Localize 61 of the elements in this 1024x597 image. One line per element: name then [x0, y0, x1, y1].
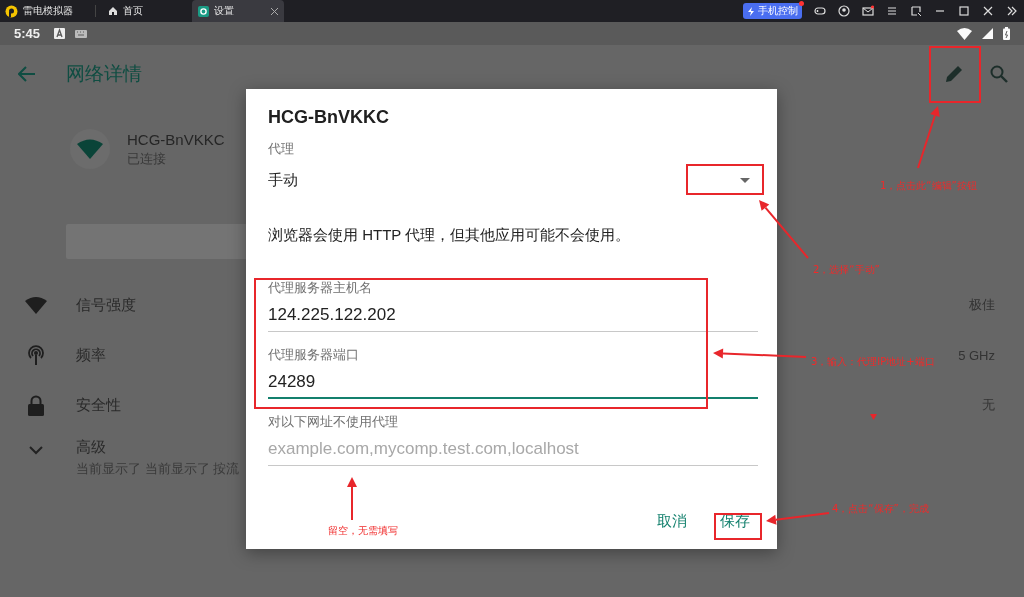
chevron-down-icon[interactable] [29, 446, 43, 455]
menu-icon[interactable] [886, 5, 898, 17]
clock: 5:45 [14, 26, 41, 41]
field-label: 代理服务器主机名 [268, 279, 373, 297]
phone-control-button[interactable]: 手机控制 [743, 3, 802, 19]
info-text: 浏览器会使用 HTTP 代理，但其他应用可能不会使用。 [268, 226, 632, 245]
arrow [766, 512, 830, 525]
input-field[interactable]: 24289 [268, 364, 758, 399]
proxy-dropdown[interactable]: 手动 [268, 170, 758, 190]
app-name: 雷电模拟器 [23, 4, 73, 18]
browser-tab[interactable]: 首页 [102, 0, 192, 22]
arrow [917, 106, 940, 169]
field-label: 代理 [268, 140, 295, 158]
detail-label: 高级 [76, 438, 107, 457]
mail-icon[interactable] [862, 5, 874, 17]
arrow [759, 200, 809, 259]
save-button[interactable]: 保存 [720, 510, 750, 533]
battery-icon [1003, 27, 1010, 40]
lightning-icon [747, 6, 755, 16]
input-field[interactable]: 124.225.122.202 [268, 297, 758, 332]
field-label: 代理服务器端口 [268, 346, 360, 364]
annotation-text: 4，点击“保存”，完成 [832, 502, 929, 516]
keyboard-icon [75, 29, 88, 38]
annotation-text: 3，输入：代理IP地址+端口 [811, 355, 935, 369]
annotation-text: 留空，无需填写 [328, 524, 398, 538]
gear-icon [198, 5, 209, 17]
wifi-icon [957, 27, 972, 40]
annotation-text: 1，点击此“编辑”按钮 [880, 179, 977, 193]
highlight-frame [929, 46, 981, 103]
detail-label: 信号强度 [76, 295, 136, 315]
maximize-icon[interactable] [958, 5, 970, 17]
field-label: 对以下网址不使用代理 [268, 413, 399, 431]
tab-label: 设置 [214, 4, 234, 18]
tab-label: 首页 [123, 4, 143, 18]
detail-label: 安全性 [76, 395, 121, 415]
home-icon [108, 6, 118, 16]
browser-tab[interactable]: 设置 [192, 0, 284, 22]
double-chevron-icon[interactable] [1006, 5, 1018, 17]
edit-icon[interactable] [944, 64, 964, 84]
app-logo-icon [5, 4, 18, 18]
page-title: 网络详情 [66, 62, 143, 86]
annotation-text: 2，选择“手动” [813, 263, 880, 277]
dialog-title: HCG-BnVKKC [268, 107, 390, 129]
wifi-icon [25, 296, 47, 314]
lock-icon [27, 394, 45, 416]
arrow [347, 477, 357, 521]
window-icon[interactable] [910, 5, 922, 17]
dropdown-value: 手动 [268, 170, 298, 190]
dropdown-caret-icon[interactable] [740, 177, 750, 183]
detail-label: 频率 [76, 345, 106, 365]
highlight-frame [714, 513, 762, 540]
notification-a-icon [54, 28, 66, 39]
user-icon[interactable] [838, 5, 850, 17]
network-name: HCG-BnVKKC [127, 130, 225, 148]
wifi-icon [77, 139, 103, 159]
cancel-button[interactable]: 取消 [657, 510, 687, 533]
antenna-icon [25, 345, 47, 365]
triangle-marker-icon [870, 414, 877, 420]
signal-icon [982, 28, 993, 39]
gamepad-icon[interactable] [814, 5, 826, 17]
search-icon[interactable] [990, 65, 1008, 83]
